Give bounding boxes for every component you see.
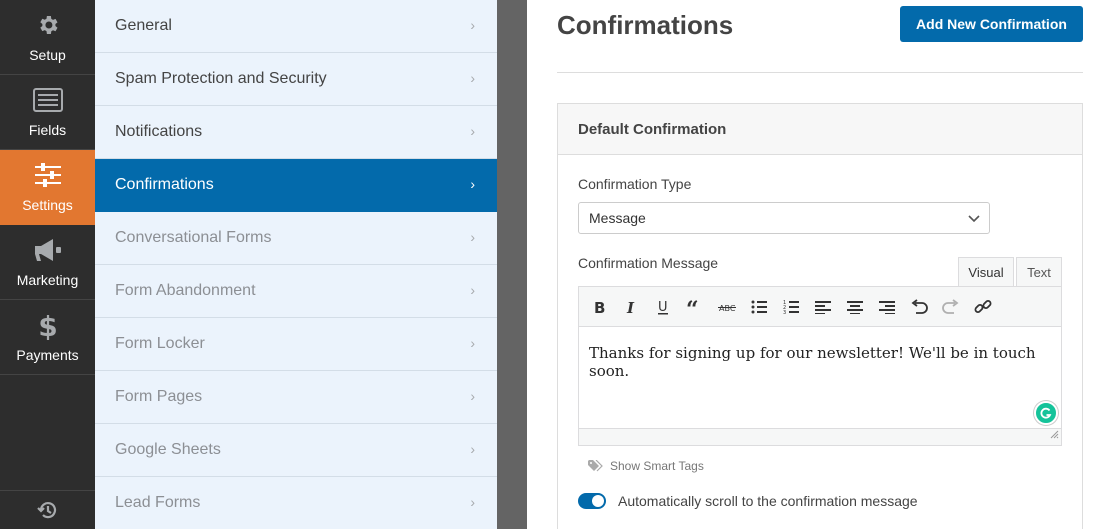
rail-label-payments: Payments — [16, 347, 79, 363]
submenu-item-google-sheets[interactable]: Google Sheets › — [95, 424, 497, 477]
panel-divider — [497, 0, 527, 529]
auto-scroll-label: Automatically scroll to the confirmation… — [618, 493, 918, 509]
confirmation-type-label: Confirmation Type — [578, 176, 692, 192]
rail-item-payments[interactable]: $ Payments — [0, 300, 95, 375]
submenu-label: Notifications — [115, 123, 203, 140]
dollar-icon: $ — [0, 310, 95, 340]
align-center-icon[interactable] — [842, 295, 868, 319]
svg-text:ABC: ABC — [719, 304, 736, 313]
show-smart-tags-link[interactable]: Show Smart Tags — [588, 459, 704, 473]
svg-text:“: “ — [686, 299, 699, 315]
rail-item-marketing[interactable]: Marketing — [0, 225, 95, 300]
chevron-right-icon: › — [470, 229, 475, 245]
undo-icon[interactable] — [906, 295, 932, 319]
rail-label-fields: Fields — [28, 122, 67, 138]
rail-label-settings: Settings — [22, 197, 73, 213]
svg-text:U: U — [658, 300, 668, 315]
submenu-item-conversational-forms[interactable]: Conversational Forms › — [95, 212, 497, 265]
card-title[interactable]: Default Confirmation — [558, 104, 1082, 155]
submenu-label: Spam Protection and Security — [115, 70, 327, 87]
chevron-down-icon — [967, 211, 981, 225]
confirmation-type-select[interactable]: Message — [578, 202, 990, 234]
confirmation-type-value: Message — [589, 210, 646, 226]
submenu-item-spam-protection[interactable]: Spam Protection and Security › — [95, 53, 497, 106]
revision-history-icon[interactable] — [0, 490, 95, 529]
divider — [557, 72, 1083, 73]
sliders-icon — [0, 160, 95, 190]
tab-visual[interactable]: Visual — [958, 257, 1014, 287]
submenu-label: General — [115, 17, 172, 34]
underline-icon[interactable]: U — [650, 295, 676, 319]
builder-sidebar: Setup Fields Settings Marketing $ Paymen… — [0, 0, 95, 529]
redo-icon[interactable] — [938, 295, 964, 319]
rail-item-setup[interactable]: Setup — [0, 0, 95, 75]
confirmations-panel: Confirmations Add New Confirmation Defau… — [527, 0, 1116, 529]
svg-text:$: $ — [38, 310, 57, 340]
svg-text:B: B — [594, 299, 605, 315]
tags-icon — [588, 460, 603, 472]
chevron-right-icon: › — [470, 335, 475, 351]
submenu-item-form-pages[interactable]: Form Pages › — [95, 371, 497, 424]
default-confirmation-card: Default Confirmation Confirmation Type M… — [557, 103, 1083, 529]
align-right-icon[interactable] — [874, 295, 900, 319]
align-left-icon[interactable] — [810, 295, 836, 319]
editor-toolbar: B I U “ ABC 123 — [579, 287, 1061, 327]
add-new-confirmation-button[interactable]: Add New Confirmation — [900, 6, 1083, 42]
toggle-knob — [592, 495, 604, 507]
blockquote-icon[interactable]: “ — [682, 295, 708, 319]
italic-icon[interactable]: I — [618, 295, 644, 319]
resize-handle-icon[interactable] — [1049, 426, 1059, 444]
chevron-right-icon: › — [470, 282, 475, 298]
megaphone-icon — [0, 235, 95, 265]
submenu-item-general[interactable]: General › — [95, 0, 497, 53]
rail-label-setup: Setup — [29, 47, 66, 63]
link-icon[interactable] — [970, 295, 996, 319]
gear-icon — [0, 10, 95, 40]
rail-item-fields[interactable]: Fields — [0, 75, 95, 150]
submenu-item-confirmations[interactable]: Confirmations › — [95, 159, 497, 212]
rail-item-settings[interactable]: Settings — [0, 150, 95, 225]
svg-text:3: 3 — [783, 310, 786, 315]
grammarly-icon[interactable] — [1034, 401, 1058, 425]
message-editor-content[interactable]: Thanks for signing up for our newsletter… — [579, 328, 1061, 428]
chevron-right-icon: › — [470, 123, 475, 139]
svg-text:I: I — [626, 299, 635, 315]
submenu-label: Form Locker — [115, 335, 205, 352]
submenu-label: Lead Forms — [115, 494, 201, 511]
submenu-label: Google Sheets — [115, 441, 221, 458]
submenu-label: Form Abandonment — [115, 282, 256, 299]
chevron-right-icon: › — [470, 494, 475, 510]
submenu-label: Confirmations — [115, 176, 214, 193]
chevron-right-icon: › — [470, 388, 475, 404]
page-title: Confirmations — [557, 10, 734, 40]
tab-text[interactable]: Text — [1016, 257, 1062, 287]
submenu-label: Conversational Forms — [115, 229, 272, 246]
submenu-item-form-locker[interactable]: Form Locker › — [95, 318, 497, 371]
bold-icon[interactable]: B — [586, 295, 612, 319]
submenu-item-form-abandonment[interactable]: Form Abandonment › — [95, 265, 497, 318]
smart-tags-label: Show Smart Tags — [610, 459, 704, 473]
settings-submenu: General › Spam Protection and Security ›… — [95, 0, 497, 529]
chevron-right-icon: › — [470, 17, 475, 33]
submenu-item-lead-forms[interactable]: Lead Forms › — [95, 477, 497, 529]
rail-label-marketing: Marketing — [16, 272, 79, 288]
chevron-right-icon: › — [470, 176, 475, 192]
submenu-label: Form Pages — [115, 388, 203, 405]
chevron-right-icon: › — [470, 441, 475, 457]
list-icon — [0, 85, 95, 115]
submenu-item-notifications[interactable]: Notifications › — [95, 106, 497, 159]
strikethrough-icon[interactable]: ABC — [714, 295, 740, 319]
confirmation-message-label: Confirmation Message — [578, 255, 719, 271]
auto-scroll-setting: Automatically scroll to the confirmation… — [578, 493, 918, 509]
chevron-right-icon: › — [470, 70, 475, 86]
auto-scroll-toggle[interactable] — [578, 493, 606, 509]
editor-statusbar — [579, 428, 1061, 445]
numbered-list-icon[interactable]: 123 — [778, 295, 804, 319]
message-editor: B I U “ ABC 123 Thanks for signing up fo… — [578, 286, 1062, 446]
bulleted-list-icon[interactable] — [746, 295, 772, 319]
